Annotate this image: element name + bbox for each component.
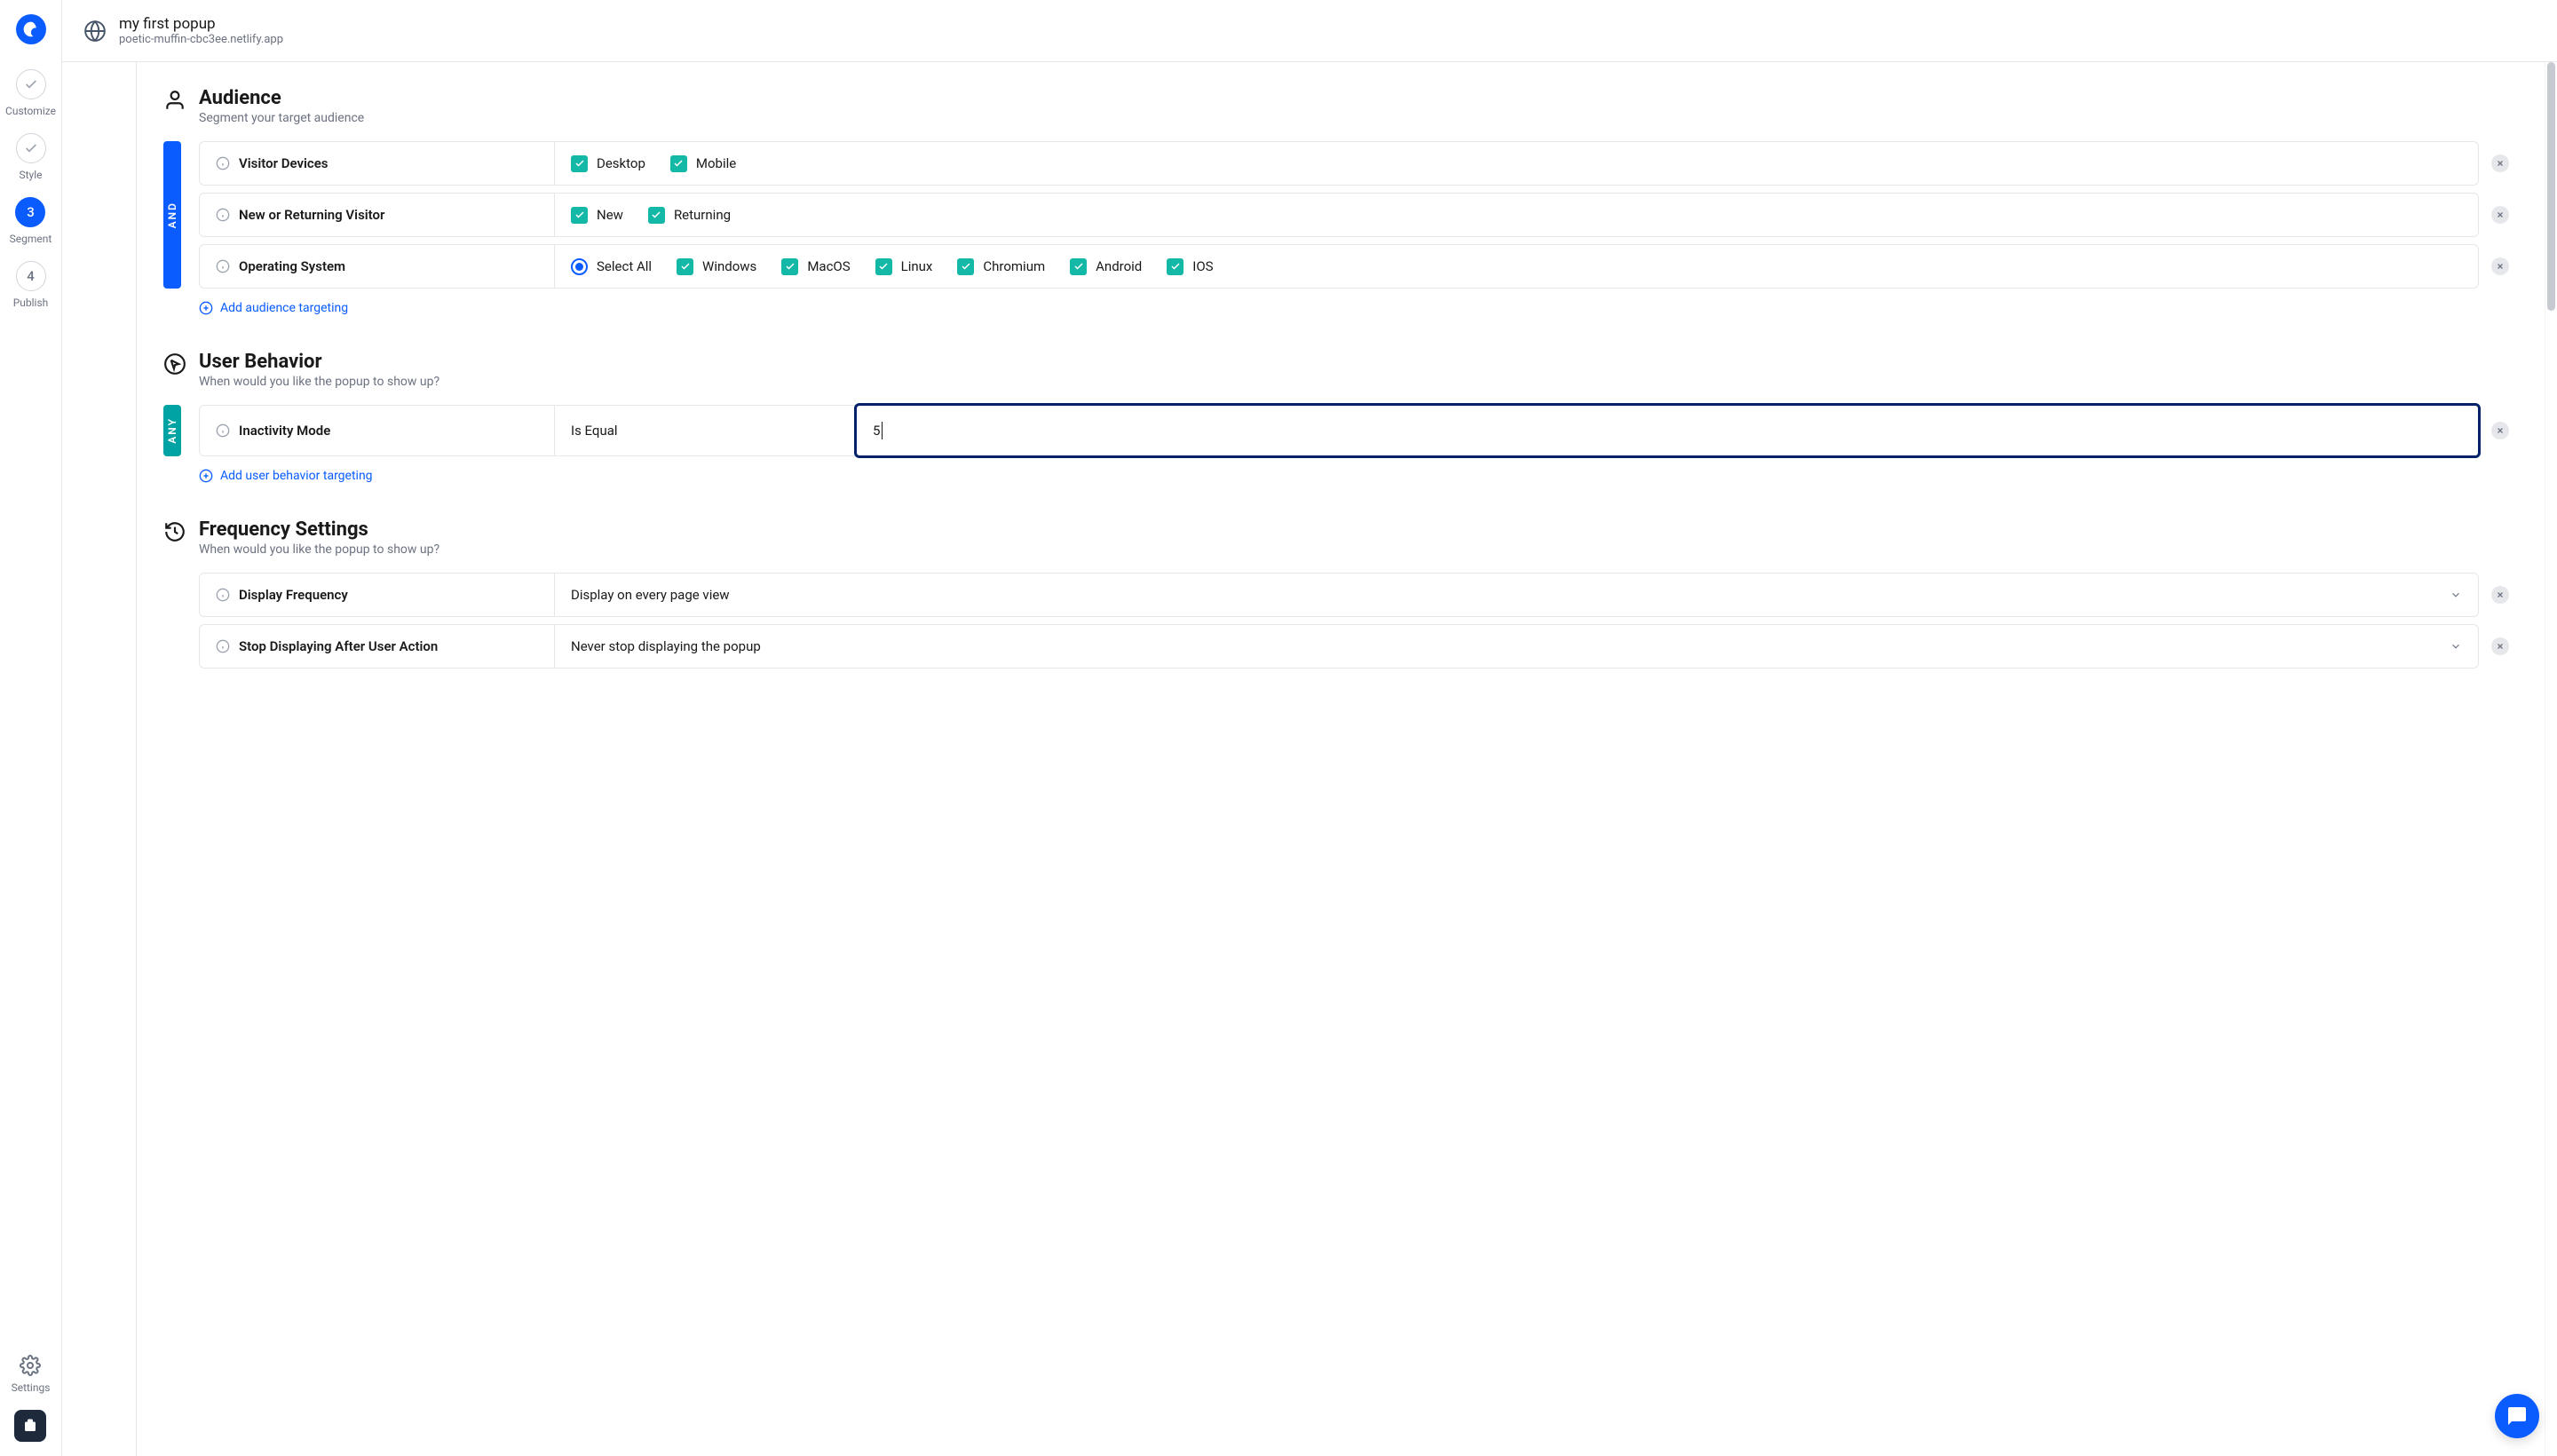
inactivity-operator[interactable]: Is Equal bbox=[555, 406, 857, 455]
nav-style-label: Style bbox=[19, 169, 42, 181]
frequency-title: Frequency Settings bbox=[199, 518, 439, 541]
gear-icon bbox=[20, 1355, 41, 1376]
checkbox-chromium[interactable]: Chromium bbox=[957, 258, 1045, 275]
briefcase-icon bbox=[22, 1418, 38, 1434]
cursor-icon bbox=[163, 352, 186, 376]
inactivity-value-input[interactable]: 5 bbox=[854, 403, 2481, 458]
checkbox-ios[interactable]: IOS bbox=[1167, 258, 1213, 275]
nav-customize-label: Customize bbox=[5, 105, 56, 117]
rule-stop-displaying: Stop Displaying After User Action Never … bbox=[199, 624, 2479, 669]
checkbox-desktop[interactable]: Desktop bbox=[571, 155, 645, 172]
nav-publish-label: Publish bbox=[13, 297, 49, 309]
checkbox-android[interactable]: Android bbox=[1070, 258, 1142, 275]
page-subtitle: poetic-muffin-cbc3ee.netlify.app bbox=[119, 33, 283, 46]
nav-settings-label: Settings bbox=[12, 1381, 51, 1394]
add-audience-targeting[interactable]: Add audience targeting bbox=[199, 301, 2509, 315]
app-logo[interactable] bbox=[16, 14, 46, 44]
rule-inactivity-mode: Inactivity Mode Is Equal 5 bbox=[199, 405, 2479, 456]
rule-new-returning: New or Returning Visitor New Returning bbox=[199, 193, 2479, 237]
chat-icon bbox=[2506, 1405, 2528, 1427]
info-icon[interactable] bbox=[216, 588, 230, 602]
rule-operating-system: Operating System Select All Windows MacO… bbox=[199, 244, 2479, 289]
section-frequency: Frequency Settings When would you like t… bbox=[163, 518, 2509, 669]
checkbox-returning[interactable]: Returning bbox=[648, 207, 731, 224]
add-behavior-targeting[interactable]: Add user behavior targeting bbox=[199, 469, 2509, 483]
radio-select-all[interactable]: Select All bbox=[571, 258, 652, 275]
nav-settings[interactable]: Settings bbox=[12, 1355, 51, 1394]
remove-rule-button[interactable] bbox=[2491, 422, 2509, 439]
info-icon[interactable] bbox=[216, 423, 230, 438]
section-audience: Audience Segment your target audience AN… bbox=[163, 87, 2509, 315]
frequency-subtitle: When would you like the popup to show up… bbox=[199, 542, 439, 557]
checkbox-linux[interactable]: Linux bbox=[875, 258, 933, 275]
rule-visitor-devices: Visitor Devices Desktop Mobile bbox=[199, 141, 2479, 186]
briefcase-button[interactable] bbox=[14, 1410, 46, 1442]
sidebar-nav: Customize Style 3 Segment 4 Publish Sett… bbox=[0, 0, 62, 1456]
page-title: my first popup bbox=[119, 15, 283, 33]
nav-segment-label: Segment bbox=[10, 233, 52, 245]
nav-segment[interactable]: 3 Segment bbox=[10, 197, 52, 245]
remove-rule-button[interactable] bbox=[2491, 637, 2509, 655]
audience-title: Audience bbox=[199, 87, 364, 109]
nav-style[interactable]: Style bbox=[16, 133, 46, 181]
section-user-behavior: User Behavior When would you like the po… bbox=[163, 351, 2509, 483]
user-icon bbox=[163, 89, 186, 112]
plus-circle-icon bbox=[199, 469, 213, 483]
nav-customize[interactable]: Customize bbox=[5, 69, 56, 117]
remove-rule-button[interactable] bbox=[2491, 154, 2509, 172]
info-icon[interactable] bbox=[216, 156, 230, 170]
info-icon[interactable] bbox=[216, 639, 230, 653]
plus-circle-icon bbox=[199, 301, 213, 315]
nav-publish[interactable]: 4 Publish bbox=[13, 261, 49, 309]
audience-subtitle: Segment your target audience bbox=[199, 111, 364, 125]
checkbox-windows[interactable]: Windows bbox=[677, 258, 756, 275]
stop-displaying-select[interactable]: Never stop displaying the popup bbox=[555, 625, 2478, 668]
chevron-down-icon bbox=[2450, 589, 2462, 601]
checkbox-macos[interactable]: MacOS bbox=[781, 258, 850, 275]
remove-rule-button[interactable] bbox=[2491, 206, 2509, 224]
chat-fab[interactable] bbox=[2495, 1394, 2539, 1438]
remove-rule-button[interactable] bbox=[2491, 257, 2509, 275]
display-frequency-select[interactable]: Display on every page view bbox=[555, 574, 2478, 616]
checkbox-mobile[interactable]: Mobile bbox=[670, 155, 736, 172]
any-band: ANY bbox=[163, 405, 181, 456]
scrollbar[interactable] bbox=[2545, 62, 2557, 1456]
behavior-title: User Behavior bbox=[199, 351, 439, 373]
info-icon[interactable] bbox=[216, 208, 230, 222]
globe-icon bbox=[83, 20, 107, 43]
history-icon bbox=[163, 520, 186, 543]
and-band: AND bbox=[163, 141, 181, 289]
header: my first popup poetic-muffin-cbc3ee.netl… bbox=[62, 0, 2557, 62]
chevron-down-icon bbox=[2450, 640, 2462, 653]
remove-rule-button[interactable] bbox=[2491, 586, 2509, 604]
behavior-subtitle: When would you like the popup to show up… bbox=[199, 375, 439, 389]
checkbox-new[interactable]: New bbox=[571, 207, 623, 224]
rule-display-frequency: Display Frequency Display on every page … bbox=[199, 573, 2479, 617]
info-icon[interactable] bbox=[216, 259, 230, 273]
